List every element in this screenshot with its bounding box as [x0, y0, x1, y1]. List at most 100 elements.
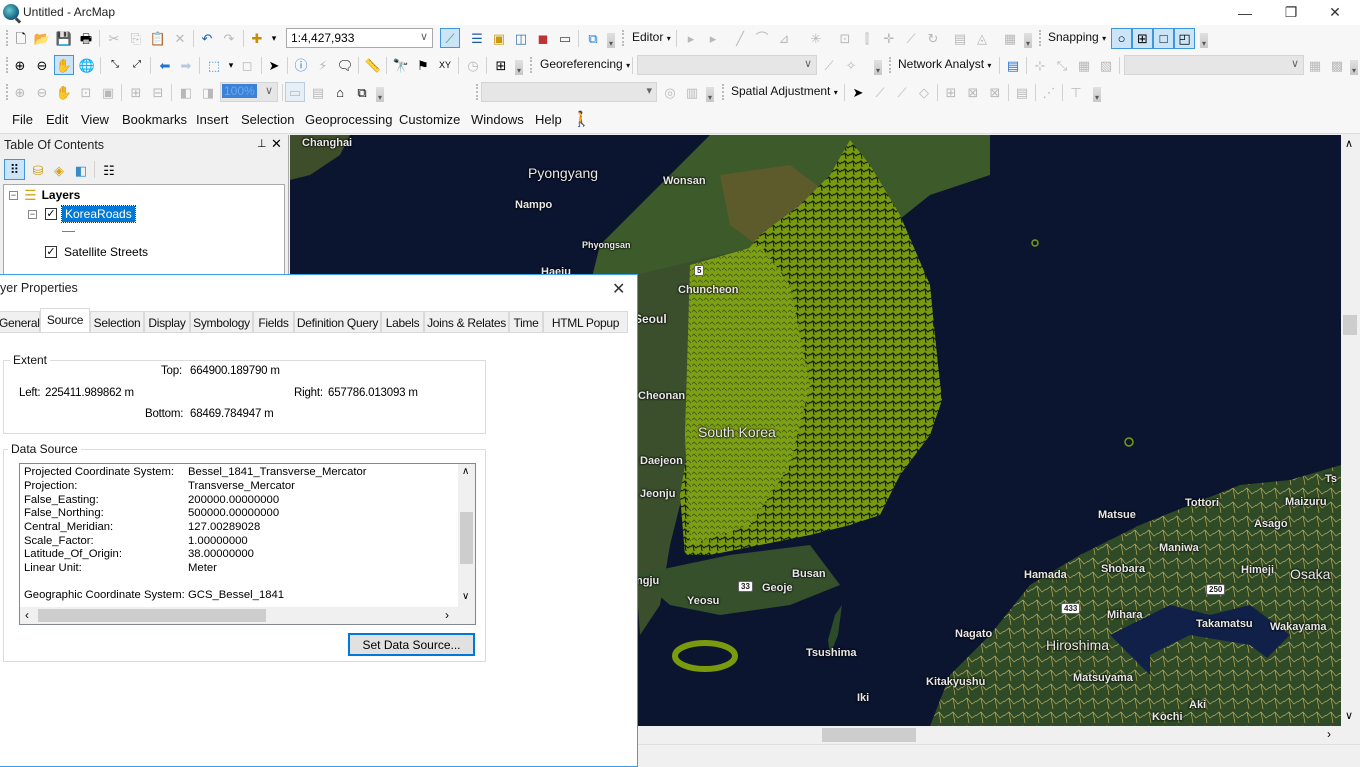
- zoom-whole-page-icon[interactable]: ⊡: [77, 83, 95, 101]
- find-binoculars-icon[interactable]: 🔭: [392, 56, 410, 74]
- toolbar-grip[interactable]: [622, 30, 624, 46]
- menu-customize[interactable]: Customize: [399, 112, 460, 127]
- menu-windows[interactable]: Windows: [471, 112, 524, 127]
- new-identity-link-icon[interactable]: ⊞: [942, 83, 960, 101]
- spatial-adjustment-menu[interactable]: Spatial Adjustment ▾: [731, 84, 838, 98]
- new-limited-adjustment-area-icon[interactable]: ⊠: [964, 83, 982, 101]
- layer-visibility-checkbox[interactable]: ✓: [45, 208, 57, 220]
- layout-pan-icon[interactable]: ✋: [55, 83, 73, 101]
- toggle-draft-mode-icon[interactable]: ▭: [285, 82, 305, 102]
- map-vertical-scrollbar[interactable]: ∧ ∨: [1341, 135, 1360, 726]
- line-symbol-swatch[interactable]: [62, 231, 75, 232]
- toolbar-grip[interactable]: [889, 57, 891, 73]
- tab-symbology[interactable]: Symbology: [190, 311, 253, 333]
- scroll-right-icon[interactable]: ›: [1327, 727, 1331, 741]
- list-by-source-icon[interactable]: ⛁: [29, 161, 47, 179]
- network-analyst-window-icon[interactable]: ▤: [1004, 56, 1022, 74]
- whats-this-walker-icon[interactable]: 🚶: [572, 110, 591, 128]
- tab-time[interactable]: Time: [509, 311, 543, 333]
- end-point-arc-icon[interactable]: ⌒: [753, 29, 771, 47]
- layer-name-korearoads[interactable]: KoreaRoads: [61, 205, 136, 223]
- toolbar-grip[interactable]: [6, 30, 8, 46]
- network-layer-combo[interactable]: ∨: [1124, 55, 1304, 75]
- collapse-icon[interactable]: −: [9, 190, 18, 200]
- new-displacement-link-icon[interactable]: ⟋: [871, 83, 889, 101]
- horizontal-scroll-thumb[interactable]: [822, 728, 916, 742]
- arctoolbox-icon[interactable]: ◼: [534, 29, 552, 47]
- effects-layer-combo[interactable]: ▾: [481, 82, 657, 102]
- time-slider-icon[interactable]: ◷: [464, 56, 482, 74]
- layout-forward-icon[interactable]: ◨: [199, 83, 217, 101]
- zoom-in-icon[interactable]: ⊕: [11, 56, 29, 74]
- scroll-right-icon[interactable]: ›: [445, 608, 449, 622]
- tab-joins-relates[interactable]: Joins & Relates: [424, 311, 509, 333]
- vertical-scroll-thumb[interactable]: [1343, 315, 1357, 335]
- menu-edit[interactable]: Edit: [46, 112, 68, 127]
- georeferencing-menu[interactable]: Georeferencing ▾: [540, 57, 630, 71]
- edit-vertices-icon[interactable]: ⊡: [836, 29, 854, 47]
- rotate-icon[interactable]: ↻: [924, 29, 942, 47]
- data-driven-pages-icon[interactable]: ⧉: [353, 83, 371, 101]
- network-identify-icon[interactable]: ▩: [1328, 56, 1346, 74]
- toolbar-options-chevron[interactable]: [1200, 33, 1208, 48]
- create-network-location-icon[interactable]: ⊹: [1031, 56, 1049, 74]
- toolbar-grip[interactable]: [6, 57, 8, 73]
- point-icon[interactable]: ✳: [807, 29, 825, 47]
- delete-icon[interactable]: ✕: [171, 29, 189, 47]
- layout-zoom-in-icon[interactable]: ⊕: [11, 83, 29, 101]
- menu-file[interactable]: File: [12, 112, 33, 127]
- add-control-points-icon[interactable]: ⟋: [820, 56, 838, 74]
- toolbar-grip[interactable]: [530, 57, 532, 73]
- toc-close-icon[interactable]: ✕: [271, 136, 282, 152]
- tree-row-satellite-streets[interactable]: ✓ Satellite Streets: [45, 243, 148, 261]
- tree-row-layers[interactable]: − ☰ Layers: [9, 186, 80, 204]
- restore-button[interactable]: ❐: [1268, 0, 1314, 25]
- scroll-down-icon[interactable]: ∨: [1345, 709, 1353, 722]
- copy-icon[interactable]: ⎘: [127, 29, 145, 47]
- redo-icon[interactable]: ↷: [220, 29, 238, 47]
- set-data-source-button[interactable]: Set Data Source...: [348, 633, 475, 656]
- toolbar-options-chevron[interactable]: [706, 87, 714, 102]
- menu-help[interactable]: Help: [535, 112, 562, 127]
- pan-hand-icon[interactable]: ✋: [54, 55, 74, 75]
- create-viewer-window-icon[interactable]: ⊞: [492, 56, 510, 74]
- sketch-properties-icon[interactable]: ◬: [973, 29, 991, 47]
- open-folder-icon[interactable]: 📂: [33, 29, 51, 47]
- toolbar-grip[interactable]: [6, 84, 8, 100]
- list-by-drawing-order-icon[interactable]: ⠿: [4, 159, 25, 180]
- edge-snapping-icon[interactable]: ◰: [1174, 28, 1195, 49]
- swipe-icon[interactable]: ◎: [661, 83, 679, 101]
- editor-toolbar-icon[interactable]: ⟋: [440, 28, 460, 48]
- tab-display[interactable]: Display: [144, 311, 190, 333]
- scroll-down-icon[interactable]: ∨: [462, 591, 469, 602]
- data-source-horizontal-scrollbar[interactable]: ‹ ›: [20, 607, 475, 624]
- edge-match-icon[interactable]: ⋰: [1040, 83, 1058, 101]
- modify-link-icon[interactable]: ⟋: [893, 83, 911, 101]
- go-forward-icon[interactable]: ➡: [177, 56, 195, 74]
- save-icon[interactable]: 💾: [55, 29, 73, 47]
- go-to-xy-icon[interactable]: XY: [436, 56, 454, 74]
- solve-icon[interactable]: ▦: [1075, 56, 1093, 74]
- attributes-icon[interactable]: ▤: [951, 29, 969, 47]
- layout-fixed-zoom-in-icon[interactable]: ⊞: [127, 83, 145, 101]
- list-by-selection-icon[interactable]: ◧: [72, 161, 90, 179]
- print-icon[interactable]: 🖶: [77, 29, 95, 47]
- tab-html-popup[interactable]: HTML Popup: [543, 311, 628, 333]
- rotate-georef-icon[interactable]: ✧: [842, 56, 860, 74]
- tab-labels[interactable]: Labels: [381, 311, 424, 333]
- tree-row-korearoads[interactable]: − ✓ KoreaRoads: [28, 205, 136, 223]
- dialog-close-button[interactable]: ✕: [612, 279, 625, 299]
- georeferencing-layer-combo[interactable]: ∨: [637, 55, 817, 75]
- menu-insert[interactable]: Insert: [196, 112, 229, 127]
- map-scale-combo[interactable]: 1:4,427,933 ∨: [286, 28, 433, 48]
- cut-polygons-icon[interactable]: ✛: [880, 29, 898, 47]
- toolbar-grip[interactable]: [1039, 30, 1041, 46]
- clear-limited-adjustment-area-icon[interactable]: ⊠: [986, 83, 1004, 101]
- cut-icon[interactable]: ✂: [105, 29, 123, 47]
- toolbar-options-chevron[interactable]: [1093, 87, 1101, 102]
- select-move-network-location-icon[interactable]: ⤡: [1053, 56, 1071, 74]
- close-window-button[interactable]: ✕: [1312, 0, 1358, 25]
- toolbar-options-chevron[interactable]: [1350, 60, 1358, 75]
- multiple-displacement-links-icon[interactable]: ◇: [915, 83, 933, 101]
- clear-selection-icon[interactable]: ◻: [238, 56, 256, 74]
